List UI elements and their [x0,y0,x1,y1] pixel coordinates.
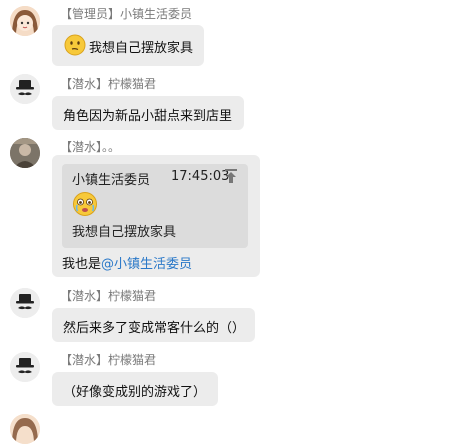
chat-message: 【管理员】小镇生活委员 我想自己摆放家具 [0,0,455,70]
hat-mustache-avatar[interactable] [10,74,40,104]
sender-role: 【潜水】 [60,289,109,303]
sender-role: 【潜水】 [60,140,103,154]
reply-text: 我也是 [62,257,102,272]
hat-mustache-avatar-icon [10,74,40,104]
sender-line: 【潜水】柠檬猫君 [60,77,156,91]
sender-name[interactable]: 柠檬猫君 [108,289,156,303]
girl-avatar-icon [10,6,40,36]
photo-avatar[interactable] [10,138,40,168]
message-bubble[interactable]: 角色因为新品小甜点来到店里 [52,96,244,130]
photo-avatar-icon [10,138,40,168]
sender-line: 【潜水】柠檬猫君 [60,289,156,303]
message-bubble[interactable]: （好像变成别的游戏了） [52,372,218,406]
hat-mustache-avatar-icon [10,352,40,382]
hat-mustache-avatar[interactable] [10,352,40,382]
message-text: 然后来多了变成常客什么的（） [63,321,246,336]
sender-name[interactable]: 柠檬猫君 [108,353,156,367]
hat-mustache-avatar-icon [10,288,40,318]
girl-avatar[interactable] [10,6,40,36]
message-bubble[interactable]: 我想自己摆放家具 [52,25,204,66]
curious-face-emoji-icon [64,34,86,60]
chat-message: 【潜水】柠檬猫君 角色因为新品小甜点来到店里 [0,70,455,132]
sender-name[interactable]: 。。 [102,140,120,154]
sender-role: 【潜水】 [60,77,109,91]
message-text: （好像变成别的游戏了） [63,385,207,400]
girl-avatar-icon [10,414,40,444]
sender-name[interactable]: 小镇生活委员 [120,7,192,21]
chat-message: 【潜水】柠檬猫君 （好像变成别的游戏了） [0,346,455,420]
message-text: 角色因为新品小甜点来到店里 [63,109,233,124]
quoted-sender-name: 小镇生活委员 [72,173,151,188]
hat-mustache-avatar[interactable] [10,288,40,318]
sender-line: 【管理员】小镇生活委员 [60,7,192,21]
quoted-message[interactable]: 小镇生活委员 17:45:03 我想自己摆放家具 [62,164,248,248]
sender-line: 【潜水】。。 [60,140,120,154]
jump-to-top-icon[interactable] [224,168,238,188]
chat-message: 【潜水】柠檬猫君 然后来多了变成常客什么的（） [0,282,455,346]
sender-role: 【潜水】 [60,353,109,367]
sender-role: 【管理员】 [60,7,121,21]
quoted-text: 我想自己摆放家具 [72,225,177,240]
quoted-timestamp: 17:45:03 [171,169,230,184]
mention-link[interactable]: @小镇生活委员 [101,257,192,272]
sender-name[interactable]: 柠檬猫君 [108,77,156,91]
reply-line: 我也是@小镇生活委员 [62,253,192,272]
message-text: 我想自己摆放家具 [89,41,194,56]
crying-face-emoji-icon [72,191,98,221]
sender-line: 【潜水】柠檬猫君 [60,353,156,367]
girl-avatar[interactable] [10,414,40,444]
message-bubble[interactable]: 然后来多了变成常客什么的（） [52,308,255,342]
